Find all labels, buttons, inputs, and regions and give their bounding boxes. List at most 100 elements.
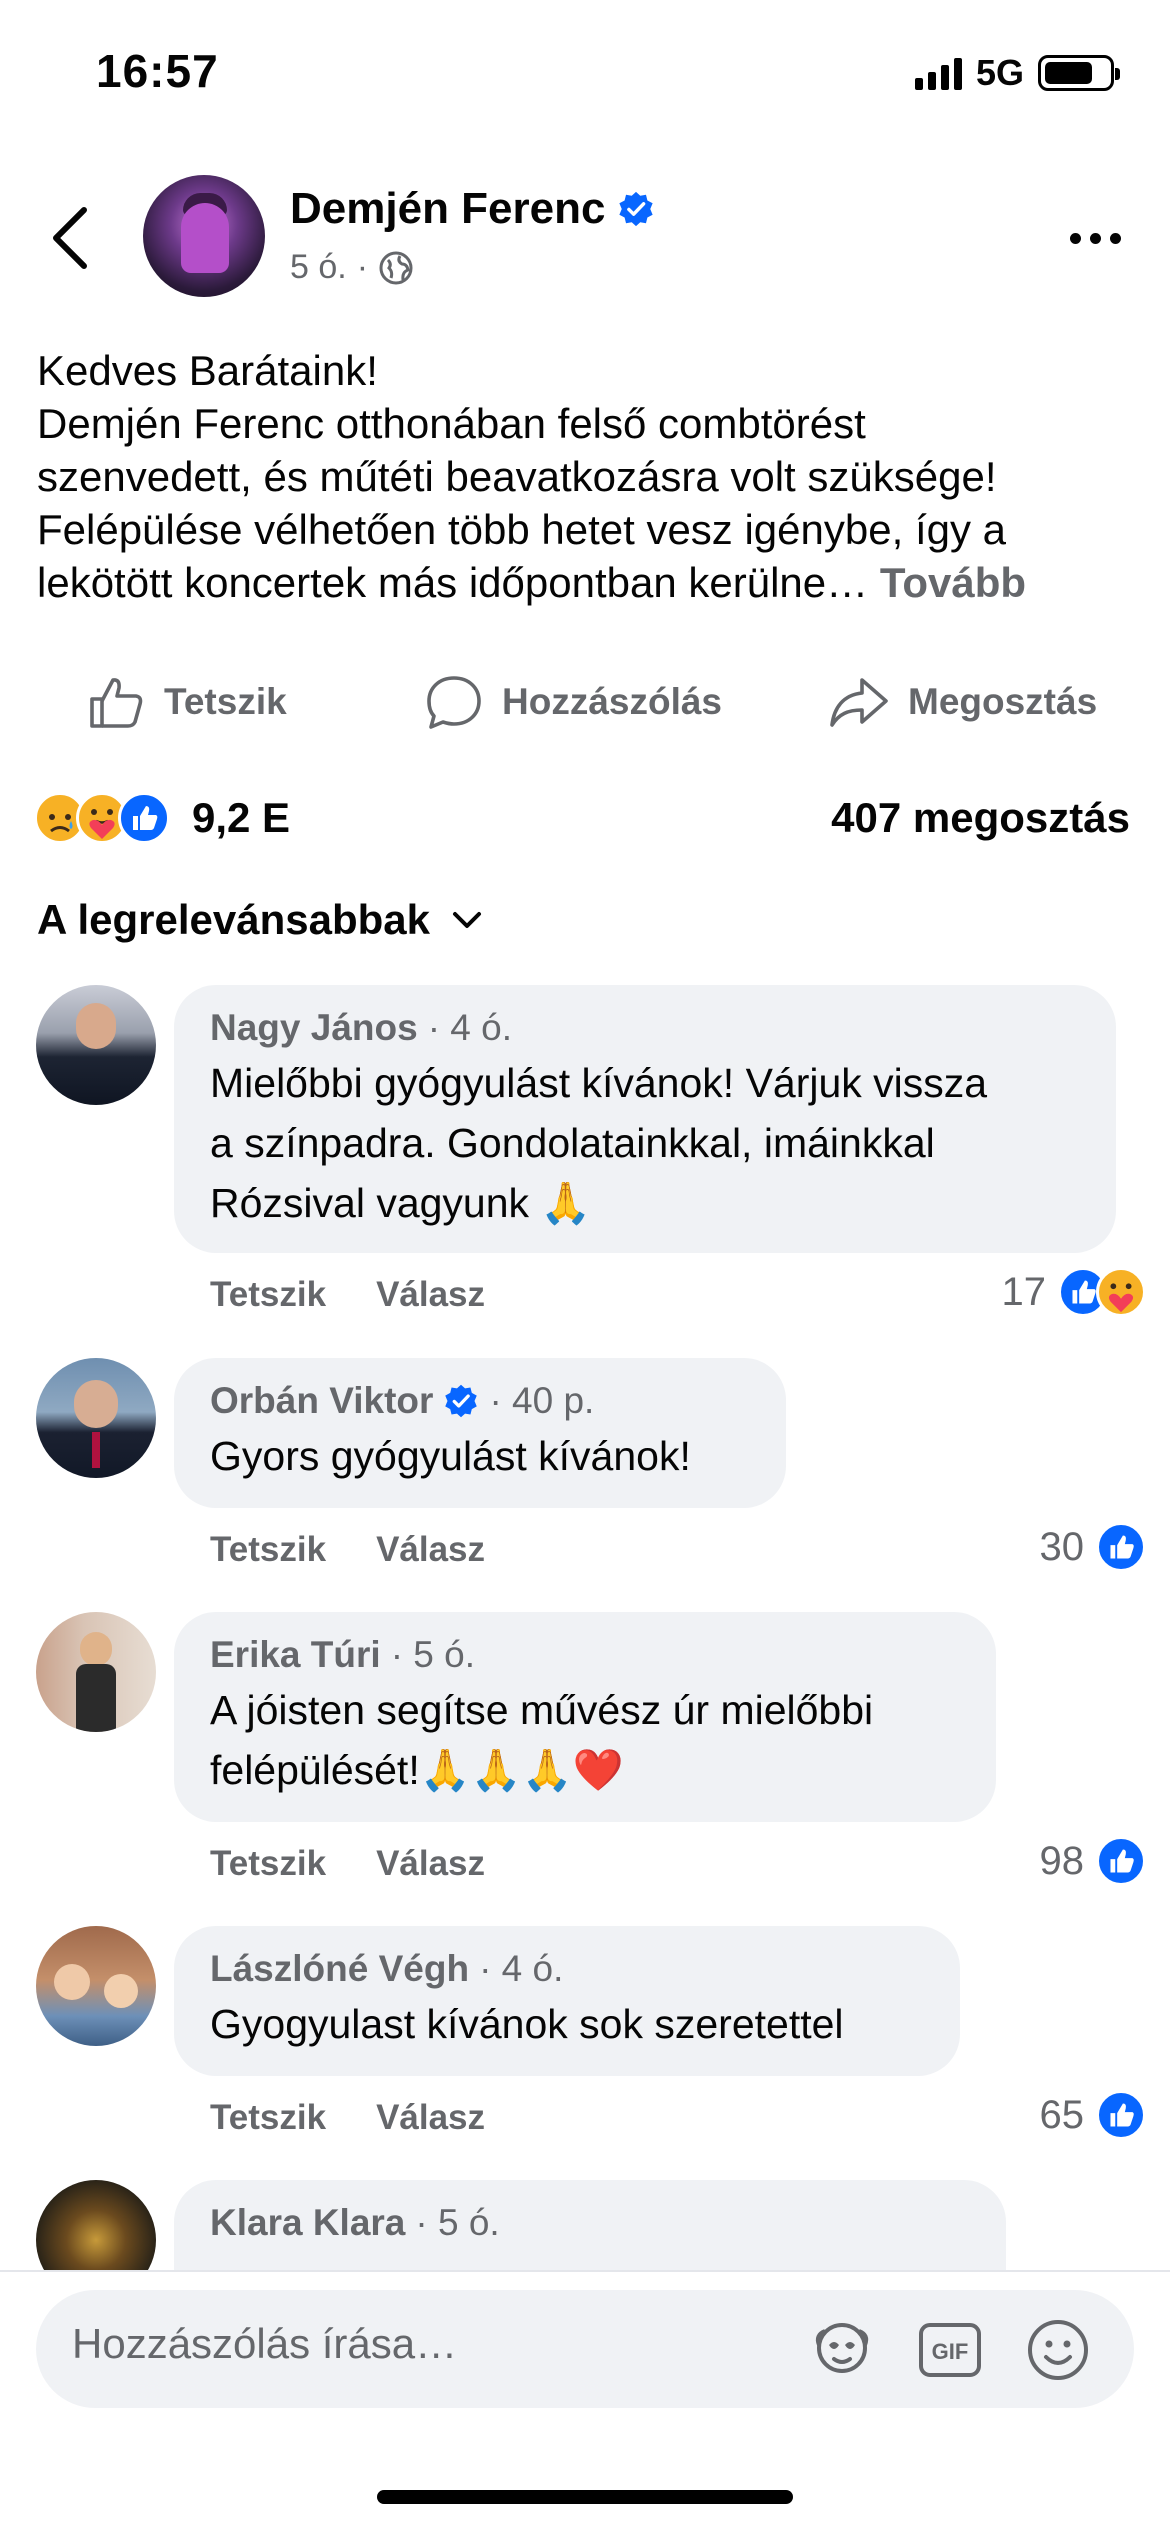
- comment-reaction-count: 30: [1039, 1524, 1085, 1569]
- comment-line: a színpadra. Gondolatainkkal, imáinkkal: [210, 1120, 935, 1166]
- comment-reply-button[interactable]: Válasz: [376, 1844, 485, 1884]
- commenter-avatar[interactable]: [36, 1358, 156, 1478]
- comment-bubble[interactable]: Erika Túri · 5 ó. A jóisten segítse művé…: [174, 1612, 996, 1822]
- comment-text: Mielőbbi gyógyulást kívánok! Várjuk viss…: [210, 1053, 1080, 1233]
- post-line: szenvedett, és műtéti beavatkozásra volt…: [37, 453, 997, 500]
- share-button[interactable]: Megosztás: [828, 660, 1097, 744]
- commenter-avatar[interactable]: [36, 1612, 156, 1732]
- commenter-avatar[interactable]: [36, 985, 156, 1105]
- emoji-button[interactable]: [1020, 2312, 1096, 2388]
- comment-reactions[interactable]: 17: [1002, 1267, 1146, 1317]
- more-dot-icon: [1069, 232, 1081, 244]
- shares-count[interactable]: 407 megosztás: [831, 794, 1130, 842]
- verified-badge-icon: [445, 1384, 478, 1418]
- gif-icon: GIF: [919, 2323, 981, 2377]
- author-avatar[interactable]: [143, 175, 265, 297]
- care-reaction-icon: [1096, 1267, 1146, 1317]
- share-arrow-icon: [830, 678, 888, 727]
- post-actions: Tetszik Hozzászólás Megosztás: [0, 660, 1170, 744]
- reaction-count[interactable]: 9,2 E: [192, 794, 290, 842]
- comment-bubble[interactable]: Orbán Viktor · 40 p. Gyors gyógyulást kí…: [174, 1358, 786, 1508]
- comment-reply-button[interactable]: Válasz: [376, 1530, 485, 1570]
- verified-badge-icon: [619, 191, 654, 227]
- post-line: Felépülése vélhetően több hetet vesz igé…: [37, 506, 1006, 553]
- more-options-button[interactable]: [1060, 218, 1130, 258]
- post-header: Demjén Ferenc 5 ó. ·: [0, 160, 1170, 310]
- comment-composer[interactable]: GIF: [36, 2290, 1134, 2408]
- commenter-name[interactable]: Klara Klara: [210, 2202, 405, 2244]
- post-meta: 5 ó. ·: [290, 248, 414, 287]
- avatar-sticker-button[interactable]: [804, 2312, 880, 2388]
- comment-header: Lászlóné Végh · 4 ó.: [210, 1948, 924, 1990]
- see-more-link[interactable]: Tovább: [880, 559, 1026, 606]
- commenter-name[interactable]: Nagy János: [210, 1007, 418, 1049]
- comment-time: · 4 ó.: [479, 1948, 564, 1989]
- comment-text: Gyors gyógyulást kívánok!: [210, 1426, 750, 1486]
- reaction-icons[interactable]: [34, 792, 170, 844]
- author-name[interactable]: Demjén Ferenc: [290, 184, 655, 234]
- commenter-name[interactable]: Erika Túri: [210, 1634, 381, 1676]
- comment-reactions[interactable]: 30: [1039, 1522, 1146, 1572]
- comment-header: Erika Túri · 5 ó.: [210, 1634, 960, 1676]
- avatar-sticker-icon: [815, 2323, 869, 2373]
- comment-text: Gyogyulast kívánok sok szeretettel: [210, 1994, 924, 2054]
- comment-reply-button[interactable]: Válasz: [376, 1275, 485, 1315]
- gif-button[interactable]: GIF: [912, 2312, 988, 2388]
- comment-actions: Tetszik Válasz: [210, 1844, 485, 1884]
- comment-time: · 4 ó.: [427, 1007, 513, 1048]
- globe-icon: [379, 251, 413, 284]
- post-text: Kedves Barátaink! Demjén Ferenc otthonáb…: [37, 344, 1137, 609]
- comment-time: · 40 p.: [489, 1380, 595, 1421]
- comment-input[interactable]: [72, 2320, 772, 2368]
- author-name-text[interactable]: Demjén Ferenc: [290, 184, 605, 234]
- comment-line: Gyogyulast kívánok sok szeretettel: [210, 2001, 844, 2047]
- comment-line: felépülését!🙏🙏🙏❤️: [210, 1747, 624, 1793]
- comment-like-button[interactable]: Tetszik: [210, 1275, 326, 1315]
- commenter-name[interactable]: Orbán Viktor: [210, 1380, 433, 1422]
- comment-label: Hozzászólás: [502, 681, 723, 722]
- post-time[interactable]: 5 ó.: [290, 248, 347, 287]
- comment-header: Nagy János · 4 ó.: [210, 1007, 1080, 1049]
- post-line: Kedves Barátaink!: [37, 347, 378, 394]
- comment-like-button[interactable]: Tetszik: [210, 1844, 326, 1884]
- like-button[interactable]: Tetszik: [86, 660, 287, 744]
- post-line-text: lekötött koncertek más időpontban kerüln…: [37, 559, 869, 606]
- comment-reply-button[interactable]: Válasz: [376, 2098, 485, 2138]
- comment-line: Mielőbbi gyógyulást kívánok! Várjuk viss…: [210, 1060, 988, 1106]
- comment-text: A jóisten segítse művész úr mielőbbi fel…: [210, 1680, 960, 1800]
- comment-button[interactable]: Hozzászólás: [424, 660, 722, 744]
- status-indicators: 5G: [914, 52, 1120, 94]
- comment-actions: Tetszik Válasz: [210, 2098, 485, 2138]
- comment-actions: Tetszik Válasz: [210, 1530, 485, 1570]
- like-reaction-icon: [1096, 2090, 1146, 2140]
- signal-icon: [914, 56, 962, 90]
- thumbs-up-icon: [90, 678, 143, 728]
- comment-line: Gyors gyógyulást kívánok!: [210, 1433, 691, 1479]
- svg-text:GIF: GIF: [932, 2339, 969, 2364]
- comment-header: Orbán Viktor · 40 p.: [210, 1380, 750, 1422]
- meta-separator: ·: [356, 248, 369, 286]
- status-bar: 16:57 5G: [0, 0, 1170, 150]
- commenter-name[interactable]: Lászlóné Végh: [210, 1948, 469, 1990]
- more-dot-icon: [1109, 232, 1121, 244]
- comment-line: A jóisten segítse művész úr mielőbbi: [210, 1687, 874, 1733]
- comment-like-button[interactable]: Tetszik: [210, 1530, 326, 1570]
- comment-bubble[interactable]: Lászlóné Végh · 4 ó. Gyogyulast kívánok …: [174, 1926, 960, 2076]
- like-label: Tetszik: [164, 681, 287, 722]
- post-line: Demjén Ferenc otthonában felső combtörés…: [37, 400, 866, 447]
- composer-divider: [0, 2270, 1170, 2272]
- comment-reaction-count: 65: [1039, 2092, 1085, 2137]
- chevron-down-icon: [452, 912, 481, 928]
- back-button[interactable]: [40, 200, 100, 276]
- comment-line: Rózsival vagyunk 🙏: [210, 1180, 592, 1226]
- comment-sort-dropdown[interactable]: A legrelevánsabbak: [37, 896, 484, 944]
- comment-reactions[interactable]: 98: [1040, 1836, 1146, 1886]
- comment-reactions[interactable]: 65: [1039, 2090, 1146, 2140]
- comment-bubble[interactable]: Nagy János · 4 ó. Mielőbbi gyógyulást kí…: [174, 985, 1116, 1253]
- home-indicator[interactable]: [377, 2490, 793, 2504]
- like-reaction-icon: [118, 792, 170, 844]
- emoji-icon: [1028, 2320, 1088, 2380]
- commenter-avatar[interactable]: [36, 1926, 156, 2046]
- comment-like-button[interactable]: Tetszik: [210, 2098, 326, 2138]
- chevron-left-icon: [53, 207, 87, 269]
